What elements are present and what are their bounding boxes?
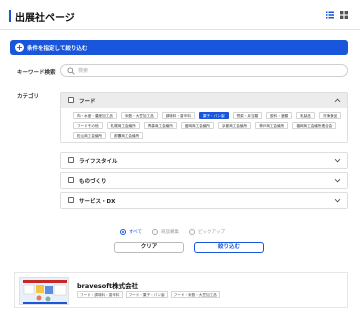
keyword-search-input[interactable] — [78, 66, 338, 75]
search-icon — [67, 67, 75, 75]
category-chip[interactable]: 松山商工会議所 — [73, 132, 107, 139]
category-service-dx[interactable]: サービス・DX — [60, 192, 348, 209]
category-chip[interactable]: 乳製品 — [296, 112, 315, 119]
radio-dot[interactable] — [120, 229, 126, 235]
category-label: カテゴリ — [17, 94, 40, 100]
category-chip[interactable]: 福岡商工会議所連合会 — [292, 122, 337, 129]
condition-bar-label: 条件を指定して絞り込む — [27, 46, 88, 52]
category-service-dx-checkbox[interactable] — [68, 197, 74, 203]
clear-button[interactable]: クリア — [114, 242, 184, 253]
company-tags: フード・調味料・香辛料 フード・菓子・パン製 フード・米穀・大豆加工品 — [77, 291, 220, 298]
list-view-icon[interactable] — [326, 11, 334, 19]
radio-business-meeting-label: 商談募集 — [161, 230, 180, 235]
category-chip[interactable]: 調味料・香辛料 — [161, 112, 195, 119]
category-food: フード 肉・水産・農産加工品 米穀・大豆加工品 調味料・香辛料 菓子・パン製 惣菜・弁当… — [60, 92, 348, 143]
category-lifestyle-name: ライフスタイル — [79, 159, 118, 165]
radio-all-label: すべて — [129, 230, 143, 235]
filter-button[interactable]: 絞り込む — [194, 242, 264, 253]
display-filter-radios: すべて 商談募集 ピックアップ — [120, 229, 225, 235]
category-chip[interactable]: 京都商工会議所 — [218, 122, 252, 129]
keyword-search-field[interactable] — [60, 64, 348, 77]
category-chip[interactable]: 神戸商工会議所 — [255, 122, 289, 129]
category-chip[interactable]: 那覇商工会議所 — [110, 132, 144, 139]
category-chip[interactable]: 飲料・酒類 — [266, 112, 293, 119]
radio-business-meeting[interactable]: 商談募集 — [152, 229, 179, 235]
category-chip[interactable]: 盛岡商工会議所 — [180, 122, 215, 129]
category-lifestyle[interactable]: ライフスタイル — [60, 152, 348, 169]
category-chip[interactable]: 肉・水産・農産加工品 — [73, 112, 117, 119]
category-service-dx-header[interactable]: サービス・DX — [61, 193, 347, 208]
category-monozukuri[interactable]: ものづくり — [60, 172, 348, 189]
company-tag: フード・米穀・大豆加工品 — [170, 291, 220, 298]
category-chip[interactable]: 菓子・パン製 — [198, 112, 229, 119]
category-lifestyle-header[interactable]: ライフスタイル — [61, 153, 347, 168]
chevron-down-icon[interactable] — [334, 197, 341, 204]
chevron-down-icon[interactable] — [334, 157, 341, 164]
exhibitor-thumbnail[interactable] — [19, 277, 69, 305]
chevron-down-icon[interactable] — [334, 177, 341, 184]
page-header: 出展社ページ — [0, 0, 360, 30]
radio-pickup[interactable]: ピックアップ — [189, 229, 225, 235]
company-tag: フード・菓子・パン製 — [125, 291, 168, 298]
chevron-up-icon[interactable] — [334, 97, 341, 104]
category-chip[interactable]: フードその他 — [73, 122, 103, 129]
category-service-dx-name: サービス・DX — [79, 199, 116, 205]
company-name[interactable]: bravesoft株式会社 — [77, 280, 138, 290]
grid-view-icon[interactable] — [340, 11, 348, 19]
radio-all[interactable]: すべて — [120, 229, 142, 235]
category-food-header[interactable]: フード — [61, 93, 347, 108]
plus-circle-icon: + — [15, 43, 24, 52]
category-chip[interactable]: 冷凍食品 — [318, 112, 342, 119]
radio-pickup-label: ピックアップ — [198, 230, 226, 235]
title-accent-bar — [9, 10, 11, 22]
category-chip[interactable]: 青森商工会議所 — [143, 122, 177, 129]
category-chip[interactable]: 米穀・大豆加工品 — [120, 112, 158, 119]
category-monozukuri-checkbox[interactable] — [68, 177, 74, 183]
category-food-chips: 肉・水産・農産加工品 米穀・大豆加工品 調味料・香辛料 菓子・パン製 惣菜・弁当類 飲料・… — [61, 108, 347, 142]
search-panel: + 条件を指定して絞り込む キーワード検索 カテゴリ フード 肉・水産・農産加工… — [10, 40, 348, 265]
exhibitor-card[interactable]: bravesoft株式会社 フード・調味料・香辛料 フード・菓子・パン製 フード… — [14, 272, 348, 308]
category-food-checkbox[interactable] — [68, 97, 74, 103]
category-monozukuri-name: ものづくり — [79, 179, 107, 185]
category-lifestyle-checkbox[interactable] — [68, 157, 74, 163]
keyword-label: キーワード検索 — [17, 70, 56, 76]
page-title: 出展社ページ — [15, 13, 75, 24]
category-food-name: フード — [79, 99, 96, 105]
radio-dot[interactable] — [189, 229, 196, 235]
condition-bar[interactable]: + 条件を指定して絞り込む — [10, 40, 348, 55]
company-tag: フード・調味料・香辛料 — [77, 291, 123, 298]
radio-dot[interactable] — [152, 229, 159, 235]
category-chip[interactable]: 札幌商工会議所 — [106, 122, 140, 129]
category-chip[interactable]: 惣菜・弁当類 — [232, 112, 263, 119]
view-toggle — [326, 11, 348, 19]
thumbnail-image — [20, 278, 68, 304]
category-monozukuri-header[interactable]: ものづくり — [61, 173, 347, 188]
